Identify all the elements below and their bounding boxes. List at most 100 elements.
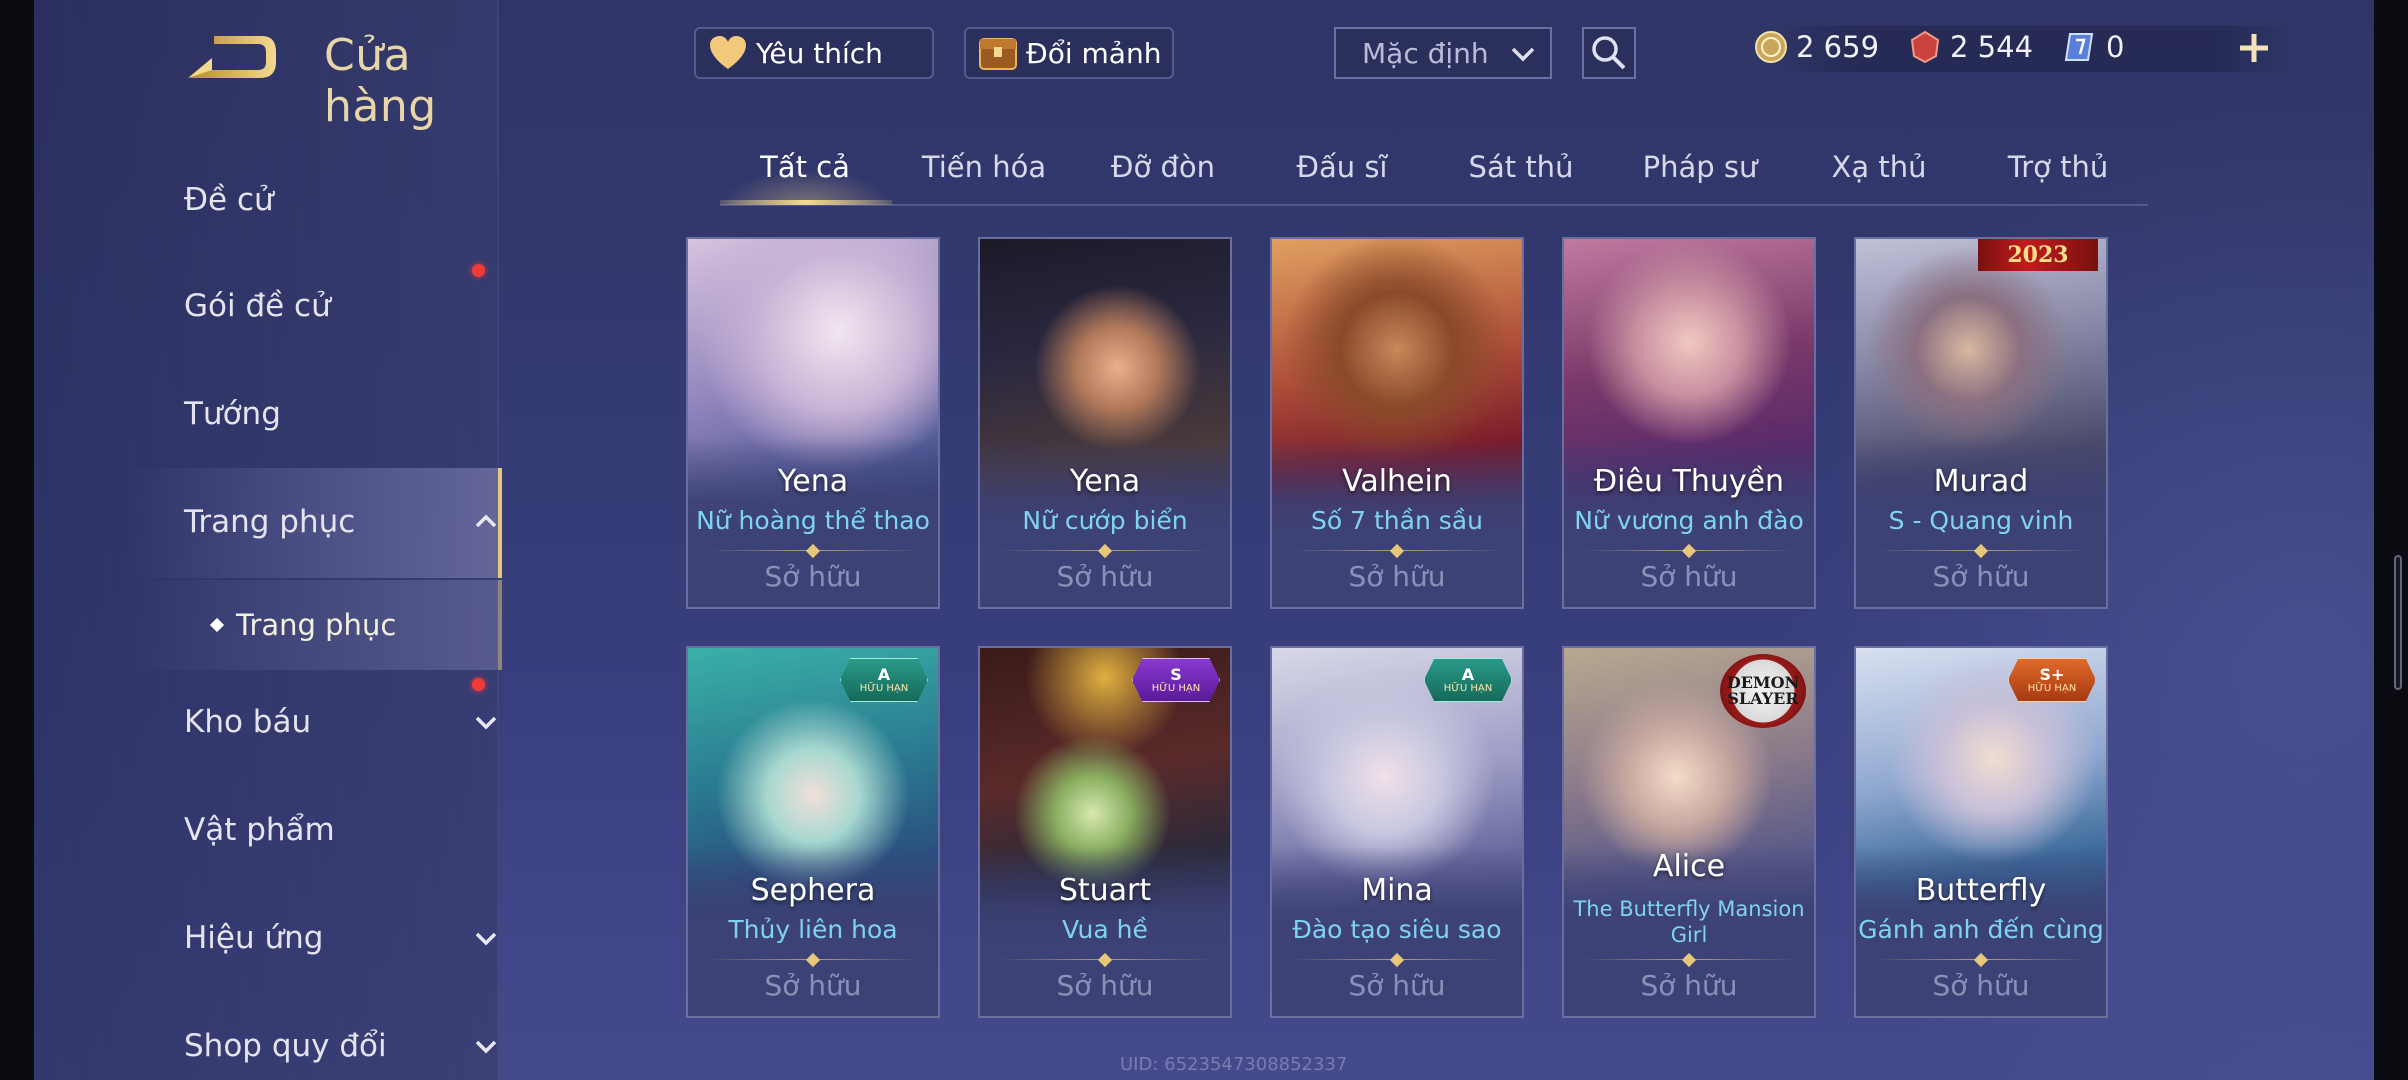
- treasure-chest-icon: [976, 33, 1020, 73]
- skin-card[interactable]: 2023 Murad S - Quang vinh Sở hữu: [1854, 237, 2108, 609]
- hero-name: Valhein: [1342, 464, 1452, 499]
- favorite-button[interactable]: Yêu thích: [694, 27, 934, 79]
- owned-status: Sở hữu: [1348, 969, 1446, 1002]
- add-currency-button[interactable]: [2234, 28, 2274, 68]
- tab-evolution[interactable]: Tiến hóa: [899, 150, 1069, 184]
- hero-name: Mina: [1361, 873, 1433, 908]
- sidebar-item-bundles[interactable]: Gói đề cử: [184, 276, 514, 336]
- skin-card[interactable]: Valhein Số 7 thần sầu Sở hữu: [1270, 237, 1524, 609]
- sidebar-subitem-skins[interactable]: Trang phục: [209, 608, 397, 642]
- notification-dot: [472, 264, 485, 277]
- sidebar-item-exchange-shop[interactable]: Shop quy đổi: [184, 1016, 514, 1076]
- exchange-fragments-button[interactable]: Đổi mảnh: [964, 27, 1174, 79]
- skin-card[interactable]: S+ HỮU HẠN Butterfly Gánh anh đến cùng S…: [1854, 646, 2108, 1018]
- tier-badge: S+ HỮU HẠN: [2008, 658, 2096, 702]
- ruby-currency: 2 544: [1908, 30, 2033, 64]
- page-title: Cửa hàng: [324, 30, 437, 132]
- gold-coin-icon: [1754, 30, 1788, 64]
- skin-card[interactable]: Yena Nữ hoàng thể thao Sở hữu: [686, 237, 940, 609]
- hero-name: Butterfly: [1915, 873, 2047, 908]
- chevron-down-icon: [1511, 47, 1535, 62]
- plus-icon: [2240, 34, 2268, 62]
- skin-name: Đào tạo siêu sao: [1292, 915, 1502, 944]
- search-icon: [1592, 36, 1626, 70]
- search-button[interactable]: [1582, 27, 1636, 79]
- sidebar-item-label: Đề cử: [184, 182, 274, 218]
- category-tabs: Tất cả Tiến hóa Đỡ đòn Đấu sĩ Sát thủ Ph…: [720, 140, 2148, 206]
- voucher-currency: 0: [2064, 30, 2124, 64]
- exchange-label: Đổi mảnh: [1026, 36, 1162, 70]
- tier-badge: S HỮU HẠN: [1132, 658, 1220, 702]
- gold-amount: 2 659: [1796, 30, 1880, 64]
- chevron-down-icon: [475, 932, 497, 946]
- owned-status: Sở hữu: [1640, 969, 1738, 1002]
- sidebar-item-label: Tướng: [184, 396, 281, 432]
- year-badge: 2023: [1978, 239, 2098, 271]
- scrollbar-handle[interactable]: [2394, 555, 2402, 690]
- hero-name: Stuart: [1058, 873, 1152, 908]
- skin-name: Số 7 thần sầu: [1311, 506, 1483, 535]
- sidebar-item-label: Kho báu: [184, 704, 312, 740]
- sidebar-item-recommended[interactable]: Đề cử: [184, 170, 514, 230]
- skin-name: Gánh anh đến cùng: [1858, 915, 2104, 944]
- skin-name: Nữ cướp biển: [1022, 506, 1188, 535]
- sidebar-item-treasure[interactable]: Kho báu: [184, 692, 514, 752]
- chevron-down-icon: [475, 716, 497, 730]
- skin-card[interactable]: A HỮU HẠN Mina Đào tạo siêu sao Sở hữu: [1270, 646, 1524, 1018]
- notification-dot: [472, 678, 485, 691]
- sidebar-item-effects[interactable]: Hiệu ứng: [184, 908, 514, 968]
- tab-fighter[interactable]: Đấu sĩ: [1257, 150, 1427, 184]
- shop-screen: Cửa hàng Đề cử Gói đề cử Tướng Trang phụ…: [34, 0, 2374, 1080]
- owned-status: Sở hữu: [1056, 969, 1154, 1002]
- tab-active-underline: [720, 200, 892, 205]
- skin-card[interactable]: DEMON SLAYER Alice The Butterfly Mansion…: [1562, 646, 1816, 1018]
- sidebar: Cửa hàng Đề cử Gói đề cử Tướng Trang phụ…: [34, 0, 502, 1080]
- gold-currency: 2 659: [1754, 30, 1879, 64]
- tab-assassin[interactable]: Sát thủ: [1436, 150, 1606, 184]
- skin-name: Thủy liên hoa: [728, 915, 898, 944]
- collab-logo: DEMON SLAYER: [1720, 654, 1806, 728]
- diamond-bullet-icon: [209, 617, 225, 633]
- sort-value: Mặc định: [1362, 36, 1489, 70]
- owned-status: Sở hữu: [1056, 560, 1154, 593]
- owned-status: Sở hữu: [1640, 560, 1738, 593]
- tab-mage[interactable]: Pháp sư: [1615, 150, 1785, 184]
- skin-name: S - Quang vinh: [1888, 506, 2074, 535]
- tab-support[interactable]: Trợ thủ: [1973, 150, 2143, 184]
- tab-tank[interactable]: Đỡ đòn: [1078, 150, 1248, 184]
- sidebar-item-skins[interactable]: Trang phục: [184, 492, 514, 552]
- sidebar-item-label: Gói đề cử: [184, 288, 331, 324]
- user-id: UID: 6523547308852337: [1120, 1054, 1348, 1075]
- owned-status: Sở hữu: [764, 969, 862, 1002]
- ruby-amount: 2 544: [1950, 30, 2034, 64]
- tier-badge: A HỮU HẠN: [840, 658, 928, 702]
- owned-status: Sở hữu: [1932, 560, 2030, 593]
- skin-name: Nữ vương anh đào: [1574, 506, 1804, 535]
- owned-status: Sở hữu: [1348, 560, 1446, 593]
- ruby-icon: [1908, 30, 1942, 64]
- sidebar-item-label: Trang phục: [184, 504, 356, 540]
- heart-icon: [706, 33, 750, 73]
- voucher-amount: 0: [2106, 30, 2125, 64]
- hero-name: Yena: [1069, 464, 1141, 499]
- skin-name-line2: Girl: [1670, 923, 1708, 947]
- voucher-icon: [2064, 30, 2098, 64]
- tab-all[interactable]: Tất cả: [720, 150, 890, 184]
- chevron-down-icon: [475, 1040, 497, 1054]
- skin-name: Nữ hoàng thể thao: [696, 506, 930, 535]
- skin-card[interactable]: S HỮU HẠN Stuart Vua hề Sở hữu: [978, 646, 1232, 1018]
- hero-name: Alice: [1652, 849, 1726, 884]
- hero-name: Điêu Thuyền: [1593, 464, 1785, 499]
- back-button[interactable]: [184, 28, 284, 88]
- tab-marksman[interactable]: Xạ thủ: [1794, 150, 1964, 184]
- skin-card[interactable]: Yena Nữ cướp biển Sở hữu: [978, 237, 1232, 609]
- skin-card[interactable]: A HỮU HẠN Sephera Thủy liên hoa Sở hữu: [686, 646, 940, 1018]
- sidebar-subitem-label: Trang phục: [236, 608, 397, 642]
- owned-status: Sở hữu: [764, 560, 862, 593]
- hero-name: Murad: [1933, 464, 2029, 499]
- hero-name: Yena: [777, 464, 849, 499]
- sidebar-item-items[interactable]: Vật phẩm: [184, 800, 514, 860]
- sort-dropdown[interactable]: Mặc định: [1334, 27, 1552, 79]
- skin-card[interactable]: Điêu Thuyền Nữ vương anh đào Sở hữu: [1562, 237, 1816, 609]
- sidebar-item-heroes[interactable]: Tướng: [184, 384, 514, 444]
